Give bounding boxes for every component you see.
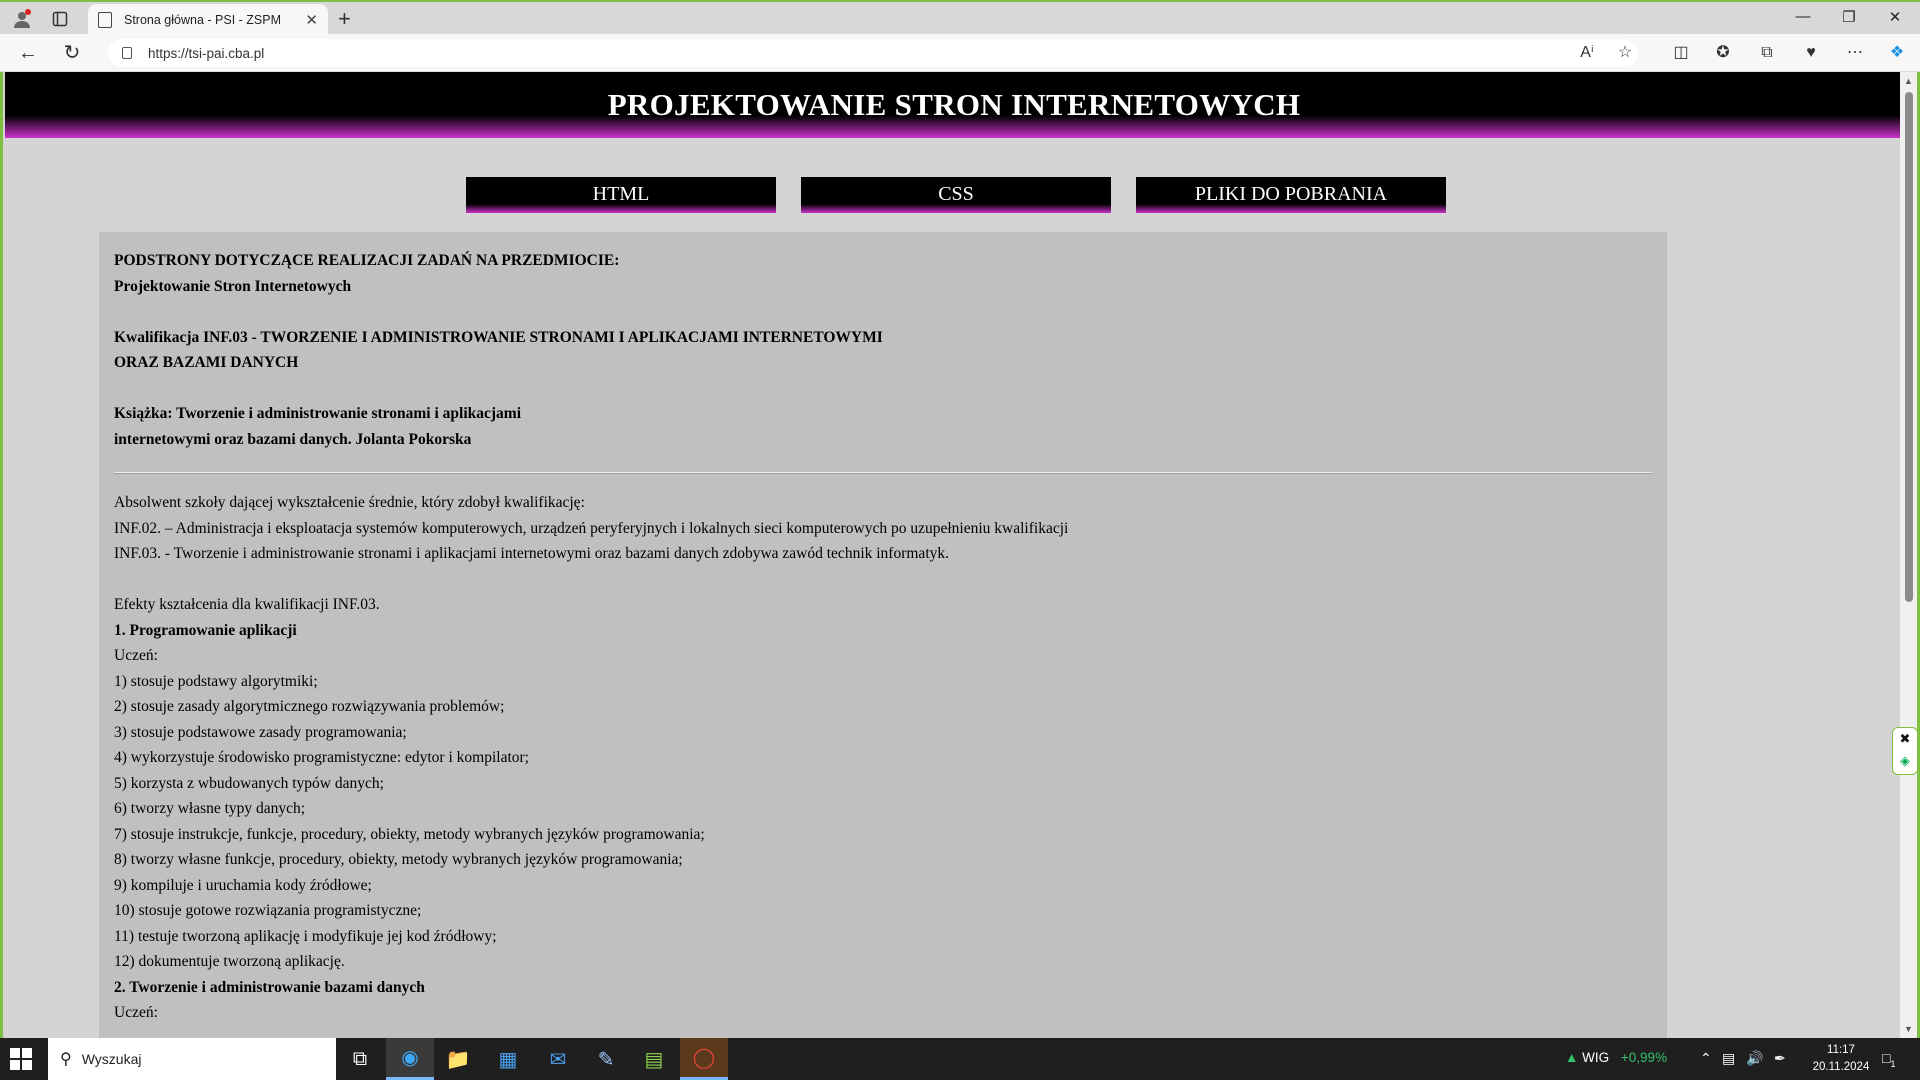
list-item: 9) kompiluje i uruchamia kody źródłowe; bbox=[114, 876, 372, 894]
stock-chart-icon: ▲ bbox=[1565, 1050, 1579, 1065]
student-label: Uczeń: bbox=[114, 647, 158, 664]
intro-line: PODSTRONY DOTYCZĄCE REALIZACJI ZADAŃ NA … bbox=[114, 252, 620, 269]
side-floating-widget: ✖ ◈ bbox=[1892, 727, 1918, 775]
close-widget-icon[interactable]: ✖ bbox=[1893, 728, 1917, 750]
close-window-button[interactable]: ✕ bbox=[1872, 8, 1918, 26]
profile-icon[interactable] bbox=[8, 6, 36, 32]
notifications-icon[interactable]: □1 bbox=[1882, 1050, 1895, 1069]
nav-item-html[interactable]: HTML bbox=[466, 177, 776, 213]
show-hidden-icons-icon[interactable]: ⌃ bbox=[1700, 1050, 1712, 1067]
copilot-icon[interactable]: ❖ bbox=[1884, 42, 1910, 64]
tab-title: Strona główna - PSI - ZSPM bbox=[124, 13, 282, 27]
nav-item-css[interactable]: CSS bbox=[801, 177, 1111, 213]
file-explorer-icon[interactable]: 📁 bbox=[434, 1038, 482, 1080]
notification-count: 1 bbox=[1890, 1058, 1896, 1069]
effects-heading: Efekty kształcenia dla kwalifikacji INF.… bbox=[114, 596, 380, 613]
page-favicon-icon bbox=[98, 12, 112, 28]
browser-essentials-icon[interactable]: ♥ bbox=[1798, 42, 1824, 64]
read-aloud-icon[interactable]: Aⁱ bbox=[1574, 42, 1600, 64]
search-icon: ⚲ bbox=[60, 1051, 72, 1068]
back-arrow-icon[interactable]: ← bbox=[14, 41, 42, 65]
browser-address-bar: ← ↻ https://tsi-pai.cba.pl Aⁱ ☆ ◫ ✪ ⧉ ♥ … bbox=[0, 34, 1920, 72]
book-line: internetowymi oraz bazami danych. Jolant… bbox=[114, 430, 472, 448]
book-line: Książka: Tworzenie i administrowanie str… bbox=[114, 405, 522, 422]
url-field[interactable]: https://tsi-pai.cba.pl bbox=[108, 39, 1638, 67]
list-item: 6) tworzy własne typy danych; bbox=[114, 800, 306, 817]
search-placeholder[interactable]: Wyszukaj bbox=[82, 1051, 142, 1067]
browser-tab-bar: Strona główna - PSI - ZSPM ✕ + — ❐ ✕ bbox=[0, 0, 1920, 36]
mail-icon[interactable]: ✉ bbox=[534, 1038, 582, 1080]
refresh-icon[interactable]: ↻ bbox=[58, 41, 86, 65]
list-item: 3) stosuje podstawowe zasady programowan… bbox=[114, 723, 407, 741]
list-item: 11) testuje tworzoną aplikację i modyfik… bbox=[114, 927, 497, 945]
minimize-button[interactable]: — bbox=[1780, 8, 1826, 25]
stock-widget[interactable]: ▲ WIG +0,99% bbox=[1565, 1050, 1667, 1065]
list-item: 1) stosuje podstawy algorytmiki; bbox=[114, 672, 318, 690]
translate-icon[interactable]: ◈ bbox=[1893, 750, 1917, 772]
list-item: 2) stosuje zasady algorytmicznego rozwią… bbox=[114, 698, 505, 715]
restore-button[interactable]: ❐ bbox=[1826, 8, 1872, 26]
list-item: 5) korzysta z wbudowanych typów danych; bbox=[114, 774, 384, 792]
browser-tab-active[interactable]: Strona główna - PSI - ZSPM ✕ bbox=[88, 4, 328, 36]
scrollbar-thumb[interactable] bbox=[1905, 92, 1913, 602]
split-screen-icon[interactable]: ◫ bbox=[1668, 42, 1694, 64]
qualification-line: ORAZ BAZAMI DANYCH bbox=[114, 354, 299, 371]
page-scrollbar[interactable]: ▲ ▼ bbox=[1900, 72, 1917, 1038]
list-item: 4) wykorzystuje środowisko programistycz… bbox=[114, 749, 529, 766]
section-title: 1. Programowanie aplikacji bbox=[114, 621, 297, 639]
lock-icon[interactable] bbox=[122, 47, 132, 59]
close-tab-icon[interactable]: ✕ bbox=[305, 11, 318, 29]
site-header: PROJEKTOWANIE STRON INTERNETOWYCH bbox=[5, 72, 1903, 138]
clock-date: 20.11.2024 bbox=[1812, 1061, 1870, 1073]
page-viewport: PROJEKTOWANIE STRON INTERNETOWYCH HTML C… bbox=[0, 72, 1920, 1038]
notepad-plus-icon[interactable]: ✎ bbox=[582, 1038, 630, 1080]
task-view-icon[interactable]: ⧉ bbox=[336, 1038, 384, 1080]
clock-time: 11:17 bbox=[1827, 1044, 1855, 1056]
network-icon[interactable]: ▤ bbox=[1722, 1050, 1735, 1067]
graduate-line: INF.03. - Tworzenie i administrowanie st… bbox=[114, 545, 949, 562]
new-tab-button[interactable]: + bbox=[338, 6, 351, 32]
nav-item-downloads[interactable]: PLIKI DO POBRANIA bbox=[1136, 177, 1446, 213]
more-options-icon[interactable]: ⋯ bbox=[1842, 42, 1868, 64]
stock-name: WIG bbox=[1582, 1050, 1610, 1065]
taskbar-search-box[interactable]: ⚲ Wyszukaj bbox=[48, 1038, 336, 1080]
favorite-star-icon[interactable]: ☆ bbox=[1612, 42, 1638, 64]
intro-line: Projektowanie Stron Internetowych bbox=[114, 277, 352, 295]
list-item: 7) stosuje instrukcje, funkcje, procedur… bbox=[114, 825, 705, 843]
site-nav: HTML CSS PLIKI DO POBRANIA bbox=[466, 177, 1446, 213]
list-item: 10) stosuje gotowe rozwiązania programis… bbox=[114, 902, 422, 919]
graduate-line: INF.02. – Administracja i eksploatacja s… bbox=[114, 519, 1069, 537]
collections-icon[interactable]: ⧉ bbox=[1754, 42, 1780, 64]
start-button[interactable] bbox=[10, 1048, 32, 1070]
edge-browser-icon[interactable]: ◉ bbox=[386, 1038, 434, 1080]
student-label: Uczeń: bbox=[114, 1004, 158, 1021]
scroll-down-arrow-icon[interactable]: ▼ bbox=[1904, 1024, 1913, 1034]
list-item: 8) tworzy własne funkcje, procedury, obi… bbox=[114, 851, 683, 868]
list-item: 12) dokumentuje tworzoną aplikację. bbox=[114, 953, 345, 970]
horizontal-divider bbox=[114, 472, 1652, 474]
stock-change: +0,99% bbox=[1620, 1050, 1668, 1065]
store-icon[interactable]: ▦ bbox=[484, 1038, 532, 1080]
volume-icon[interactable]: 🔊 bbox=[1746, 1050, 1763, 1067]
system-clock[interactable]: 11:17 20.11.2024 bbox=[1806, 1042, 1876, 1076]
tab-actions-icon[interactable] bbox=[46, 6, 74, 32]
graduate-line: Absolwent szkoły dającej wykształcenie ś… bbox=[114, 494, 585, 511]
site-title: PROJEKTOWANIE STRON INTERNETOWYCH bbox=[607, 87, 1301, 122]
url-text[interactable]: https://tsi-pai.cba.pl bbox=[148, 46, 264, 61]
scroll-up-arrow-icon[interactable]: ▲ bbox=[1904, 76, 1913, 86]
pen-icon[interactable]: ✒ bbox=[1774, 1050, 1786, 1067]
section-title: 2. Tworzenie i administrowanie bazami da… bbox=[114, 978, 425, 996]
windows-taskbar: ⚲ Wyszukaj ⧉ ◉ 📁 ▦ ✉ ✎ ▤ ◯ ▲ WIG +0,99% … bbox=[0, 1038, 1920, 1080]
notepad-icon[interactable]: ▤ bbox=[630, 1038, 678, 1080]
main-content: PODSTRONY DOTYCZĄCE REALIZACJI ZADAŃ NA … bbox=[99, 232, 1667, 1038]
favorites-icon[interactable]: ✪ bbox=[1710, 42, 1736, 64]
qualification-line: Kwalifikacja INF.03 - TWORZENIE I ADMINI… bbox=[114, 328, 883, 346]
chrome-icon[interactable]: ◯ bbox=[680, 1038, 728, 1080]
